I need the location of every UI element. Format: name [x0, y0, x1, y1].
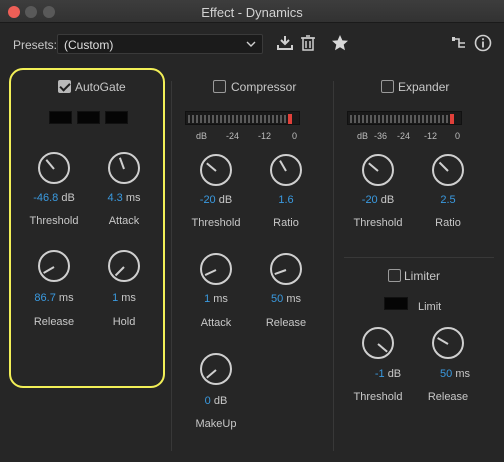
compressor-makeup-knob[interactable]: [200, 353, 232, 385]
delete-preset-icon[interactable]: [298, 33, 318, 53]
limiter-release-value[interactable]: 50 ms: [415, 368, 495, 380]
chevron-down-icon: [246, 41, 256, 47]
limiter-release-knob[interactable]: [432, 327, 464, 359]
autogate-attack-value[interactable]: 4.3 ms: [84, 192, 164, 204]
compressor-threshold-value[interactable]: -20 dB: [176, 194, 256, 206]
expander-meter-tick: dB: [357, 131, 369, 141]
autogate-hold-value[interactable]: 1 ms: [84, 292, 164, 304]
limiter-limit-label: Limit: [418, 301, 442, 313]
expander-ratio-knob[interactable]: [432, 154, 464, 186]
autogate-label: AutoGate: [75, 80, 126, 94]
autogate-hold-knob[interactable]: [108, 250, 140, 282]
compressor-meter-tick: -24: [226, 131, 240, 141]
section-divider: [344, 257, 494, 258]
save-preset-icon[interactable]: [275, 33, 295, 53]
compressor-release-knob[interactable]: [270, 253, 302, 285]
expander-meter-tick: -24: [397, 131, 411, 141]
compressor-threshold-label: Threshold: [191, 217, 241, 229]
compressor-ratio-knob[interactable]: [270, 154, 302, 186]
limiter-limit-readout: [384, 297, 408, 310]
compressor-release-label: Release: [265, 317, 307, 329]
routing-icon[interactable]: [449, 33, 469, 53]
limiter-threshold-knob[interactable]: [362, 327, 394, 359]
title-bar: Effect - Dynamics: [0, 0, 504, 23]
autogate-release-value[interactable]: 86.7 ms: [14, 292, 94, 304]
compressor-meter-tick: -12: [258, 131, 272, 141]
expander-checkbox[interactable]: [381, 80, 394, 93]
autogate-hold-label: Hold: [112, 316, 136, 328]
compressor-attack-label: Attack: [200, 317, 232, 329]
compressor-release-value[interactable]: 50 ms: [246, 293, 326, 305]
star-icon[interactable]: [330, 33, 350, 53]
presets-dropdown[interactable]: (Custom): [57, 34, 263, 54]
compressor-meter: [185, 111, 300, 125]
compressor-meter-bars: [188, 114, 292, 124]
expander-threshold-knob[interactable]: [362, 154, 394, 186]
autogate-attack-knob[interactable]: [108, 152, 140, 184]
autogate-meter-readout: [49, 111, 72, 124]
window-title: Effect - Dynamics: [201, 5, 303, 20]
expander-ratio-label: Ratio: [435, 217, 461, 229]
autogate-threshold-knob[interactable]: [38, 152, 70, 184]
autogate-attack-label: Attack: [108, 215, 140, 227]
preset-value: (Custom): [64, 38, 114, 52]
compressor-threshold-knob[interactable]: [200, 154, 232, 186]
expander-meter-tick: -12: [424, 131, 438, 141]
expander-meter-tick: 0: [455, 131, 461, 141]
section-divider: [171, 81, 172, 451]
autogate-release-label: Release: [33, 316, 75, 328]
autogate-threshold-value[interactable]: -46.8 dB: [14, 192, 94, 204]
autogate-threshold-label: Threshold: [29, 215, 79, 227]
compressor-label: Compressor: [231, 80, 297, 94]
autogate-meter-readout: [105, 111, 128, 124]
compressor-makeup-label: MakeUp: [195, 418, 237, 430]
autogate-release-knob[interactable]: [38, 250, 70, 282]
limiter-checkbox[interactable]: [388, 269, 401, 282]
dynamics-panel: AutoGate -46.8 dB Threshold 4.3 ms Attac…: [0, 67, 504, 462]
compressor-attack-knob[interactable]: [200, 253, 232, 285]
limiter-release-label: Release: [427, 391, 469, 403]
info-icon[interactable]: [473, 33, 493, 53]
compressor-makeup-value[interactable]: 0 dB: [176, 395, 256, 407]
autogate-checkbox[interactable]: [58, 80, 71, 93]
compressor-meter-tick: dB: [196, 131, 208, 141]
expander-ratio-value[interactable]: 2.5: [408, 194, 488, 206]
presets-toolbar: Presets: (Custom): [0, 23, 504, 67]
expander-meter-bars: [350, 114, 454, 124]
expander-threshold-label: Threshold: [353, 217, 403, 229]
autogate-meter-readout: [77, 111, 100, 124]
compressor-attack-value[interactable]: 1 ms: [176, 293, 256, 305]
compressor-ratio-label: Ratio: [273, 217, 299, 229]
expander-threshold-value[interactable]: -20 dB: [338, 194, 418, 206]
expander-meter-tick: -36: [374, 131, 388, 141]
expander-meter: [347, 111, 462, 125]
expander-label: Expander: [398, 80, 450, 94]
compressor-checkbox[interactable]: [213, 80, 226, 93]
presets-label: Presets:: [13, 38, 58, 52]
compressor-meter-tick: 0: [292, 131, 298, 141]
limiter-threshold-label: Threshold: [353, 391, 403, 403]
section-divider: [333, 81, 334, 451]
compressor-ratio-value[interactable]: 1.6: [246, 194, 326, 206]
limiter-label: Limiter: [404, 269, 441, 283]
